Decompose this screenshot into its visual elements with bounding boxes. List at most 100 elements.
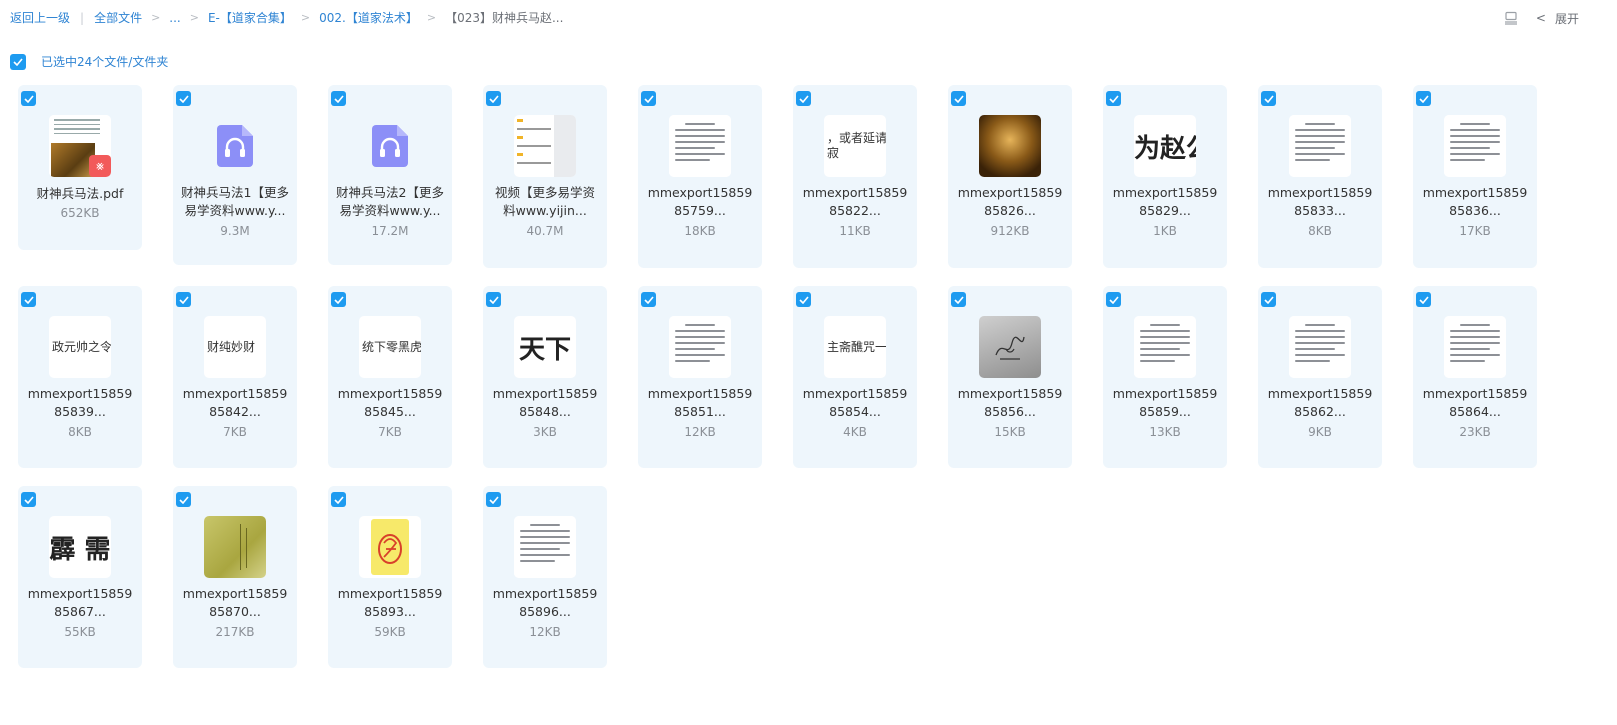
file-size: 55KB [64,625,96,639]
breadcrumb-divider: | [80,10,85,25]
file-name: mmexport1585985759... [647,185,753,218]
chevron-right-icon: > [151,11,161,24]
file-checkbox[interactable] [21,91,36,106]
file-card[interactable]: mmexport1585985870... 217KB [173,486,297,668]
file-checkbox[interactable] [176,91,191,106]
file-card[interactable]: mmexport1585985856... 15KB [948,286,1072,468]
breadcrumb-all-files[interactable]: 全部文件 [94,9,142,26]
paper-thumbnail [204,516,266,578]
file-name: mmexport1585985839... [27,386,133,419]
file-checkbox[interactable] [486,91,501,106]
file-checkbox[interactable] [176,492,191,507]
file-name: 财神兵马法.pdf [36,186,124,201]
file-checkbox[interactable] [796,91,811,106]
view-tools: < 展开 [1500,8,1579,28]
file-card[interactable]: 财纯妙财 mmexport1585985842... 7KB [173,286,297,468]
pdf-badge-icon: ⨳ [89,155,111,177]
file-card[interactable]: mmexport1585985759... 18KB [638,85,762,268]
file-size: 3KB [533,425,557,439]
view-mode-icon[interactable] [1500,8,1522,28]
bigtext-thumbnail: 为赵公 [1134,115,1196,177]
file-checkbox[interactable] [796,292,811,307]
file-size: 7KB [378,425,402,439]
file-card[interactable]: 天下 mmexport1585985848... 3KB [483,286,607,468]
file-checkbox[interactable] [331,91,346,106]
file-card[interactable]: ⨳ 财神兵马法.pdf 652KB [18,85,142,250]
file-checkbox[interactable] [641,292,656,307]
chevron-right-icon: > [189,11,199,24]
file-card[interactable]: mmexport1585985896... 12KB [483,486,607,668]
file-checkbox[interactable] [486,292,501,307]
file-name: 财神兵马法1【更多易学资料www.y... [181,185,289,218]
file-checkbox[interactable] [951,91,966,106]
file-name: mmexport1585985867... [27,586,133,619]
pdf-thumbnail: ⨳ [49,115,111,177]
audio-file-icon [217,125,253,167]
file-card[interactable]: 为赵公 mmexport1585985829... 1KB [1103,85,1227,268]
file-checkbox[interactable] [21,492,36,507]
file-card[interactable]: mmexport1585985836... 17KB [1413,85,1537,268]
file-name: mmexport1585985859... [1112,386,1218,419]
file-name: 视频【更多易学资料www.yijin... [494,185,595,218]
breadcrumb-folder-fashu[interactable]: 002.【道家法术】 [319,9,418,26]
file-card[interactable]: mmexport1585985893... 59KB [328,486,452,668]
file-card[interactable]: 主斋醮咒一链器。乡 mmexport1585985854... 4KB [793,286,917,468]
file-checkbox[interactable] [21,292,36,307]
file-size: 17.2M [371,224,409,238]
audio-thumbnail [359,115,421,177]
file-name: mmexport1585985856... [957,386,1063,419]
file-checkbox[interactable] [486,492,501,507]
back-link[interactable]: 返回上一级 [10,9,70,26]
doc-thumbnail [1289,316,1351,378]
file-checkbox[interactable] [331,492,346,507]
file-name: mmexport1585985848... [492,386,598,419]
breadcrumb: 返回上一级 | 全部文件 > ... > E-【道家合集】 > 002.【道家法… [10,9,563,26]
file-card[interactable]: 统下零黑虎 mmexport1585985845... 7KB [328,286,452,468]
file-size: 12KB [529,625,561,639]
file-checkbox[interactable] [1261,292,1276,307]
file-checkbox[interactable] [331,292,346,307]
file-card[interactable]: 财神兵马法2【更多易学资料www.y... 17.2M [328,85,452,265]
file-name: mmexport1585985864... [1422,386,1528,419]
doc-thumbnail [1444,316,1506,378]
file-size: 12KB [684,425,716,439]
file-card[interactable]: ，或者延请仙 寂 mmexport1585985822... 11KB [793,85,917,268]
thumbnail-text: 财纯妙财 [207,339,256,354]
thumbnail-text: 政元帅之令。下 [52,339,111,354]
text-thumbnail: 财纯妙财 [204,316,266,378]
file-card[interactable]: 视频【更多易学资料www.yijin... 40.7M [483,85,607,268]
file-card[interactable]: mmexport1585985851... 12KB [638,286,762,468]
file-checkbox[interactable] [1106,91,1121,106]
file-checkbox[interactable] [1106,292,1121,307]
top-bar: 返回上一级 | 全部文件 > ... > E-【道家合集】 > 002.【道家法… [0,0,1617,38]
file-checkbox[interactable] [641,91,656,106]
photo-thumbnail [979,115,1041,177]
file-card[interactable]: mmexport1585985833... 8KB [1258,85,1382,268]
file-card[interactable]: mmexport1585985862... 9KB [1258,286,1382,468]
file-checkbox[interactable] [1261,91,1276,106]
sketch-thumbnail [979,316,1041,378]
file-size: 18KB [684,224,716,238]
expand-button[interactable]: < 展开 [1536,10,1579,27]
file-card[interactable]: mmexport1585985859... 13KB [1103,286,1227,468]
file-name: mmexport1585985896... [492,586,598,619]
breadcrumb-ellipsis[interactable]: ... [169,11,180,25]
file-size: 4KB [843,425,867,439]
doc-thumbnail [669,115,731,177]
select-all-checkbox[interactable] [10,53,26,70]
file-checkbox[interactable] [951,292,966,307]
file-card[interactable]: mmexport1585985864... 23KB [1413,286,1537,468]
doc-thumbnail [1289,115,1351,177]
file-checkbox[interactable] [1416,91,1431,106]
file-checkbox[interactable] [1416,292,1431,307]
file-size: 912KB [990,224,1030,238]
file-checkbox[interactable] [176,292,191,307]
file-size: 652KB [60,206,100,220]
file-name: mmexport1585985854... [802,386,908,419]
breadcrumb-folder-daojia[interactable]: E-【道家合集】 [208,9,292,26]
file-card[interactable]: 霹 需 mmexport1585985867... 55KB [18,486,142,668]
file-card[interactable]: mmexport1585985826... 912KB [948,85,1072,268]
file-card[interactable]: 政元帅之令。下 mmexport1585985839... 8KB [18,286,142,468]
file-card[interactable]: 财神兵马法1【更多易学资料www.y... 9.3M [173,85,297,265]
thumbnail-text: 霹 需 [49,534,111,565]
